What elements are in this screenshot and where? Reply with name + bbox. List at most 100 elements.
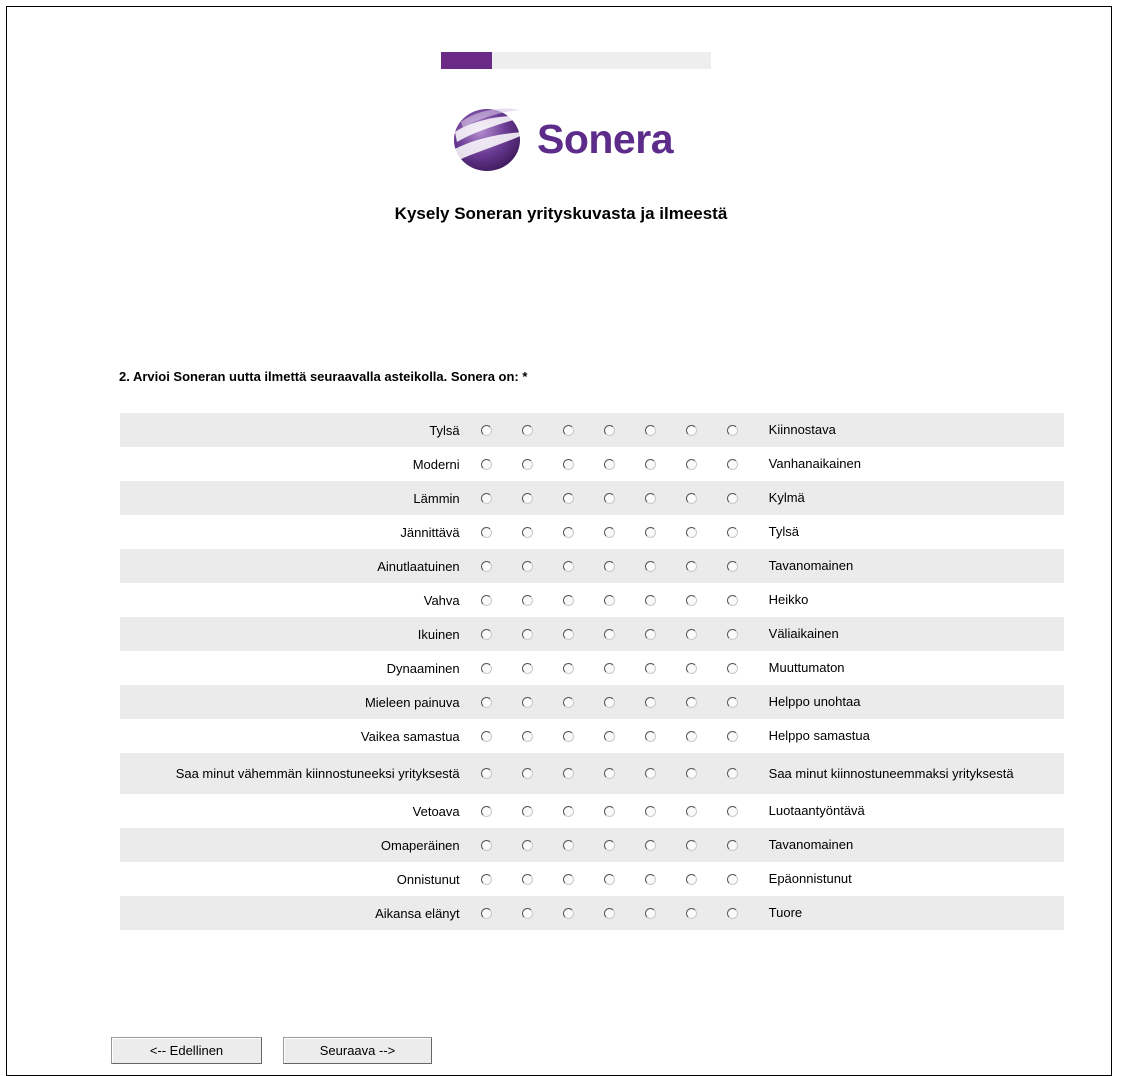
rating-radio-5[interactable] (644, 662, 656, 674)
rating-radio-4[interactable] (603, 768, 615, 779)
previous-button[interactable]: <-- Edellinen (111, 1037, 262, 1064)
rating-radio-3[interactable] (562, 628, 574, 640)
rating-radio-2[interactable] (521, 526, 533, 538)
rating-radio-6[interactable] (685, 526, 697, 538)
rating-radio-6[interactable] (685, 662, 697, 674)
rating-radio-2[interactable] (521, 768, 533, 779)
rating-radio-4[interactable] (603, 730, 615, 742)
rating-radio-3[interactable] (562, 839, 574, 851)
rating-radio-1[interactable] (480, 662, 492, 674)
rating-radio-1[interactable] (480, 492, 492, 504)
rating-radio-7[interactable] (726, 730, 738, 742)
rating-radio-6[interactable] (685, 907, 697, 919)
rating-radio-6[interactable] (685, 492, 697, 504)
rating-radio-4[interactable] (603, 560, 615, 572)
rating-radio-4[interactable] (603, 526, 615, 538)
rating-radio-1[interactable] (480, 873, 492, 885)
rating-radio-5[interactable] (644, 696, 656, 708)
rating-radio-4[interactable] (603, 873, 615, 885)
rating-radio-4[interactable] (603, 492, 615, 504)
rating-radio-2[interactable] (521, 839, 533, 851)
rating-radio-1[interactable] (480, 526, 492, 538)
rating-radio-4[interactable] (603, 424, 615, 436)
rating-radio-4[interactable] (603, 594, 615, 606)
rating-radio-5[interactable] (644, 458, 656, 470)
rating-radio-3[interactable] (562, 907, 574, 919)
rating-radio-3[interactable] (562, 696, 574, 708)
rating-radio-5[interactable] (644, 907, 656, 919)
rating-radio-7[interactable] (726, 560, 738, 572)
rating-radio-6[interactable] (685, 560, 697, 572)
rating-radio-1[interactable] (480, 839, 492, 851)
rating-radio-1[interactable] (480, 458, 492, 470)
rating-radio-5[interactable] (644, 873, 656, 885)
rating-radio-3[interactable] (562, 594, 574, 606)
rating-radio-1[interactable] (480, 805, 492, 817)
rating-radio-7[interactable] (726, 424, 738, 436)
rating-radio-1[interactable] (480, 424, 492, 436)
rating-radio-5[interactable] (644, 839, 656, 851)
rating-radio-1[interactable] (480, 696, 492, 708)
rating-radio-1[interactable] (480, 560, 492, 572)
rating-radio-7[interactable] (726, 458, 738, 470)
rating-radio-4[interactable] (603, 805, 615, 817)
rating-radio-5[interactable] (644, 730, 656, 742)
rating-radio-2[interactable] (521, 492, 533, 504)
rating-radio-7[interactable] (726, 662, 738, 674)
rating-radio-7[interactable] (726, 873, 738, 885)
rating-radio-4[interactable] (603, 696, 615, 708)
rating-radio-4[interactable] (603, 628, 615, 640)
rating-radio-6[interactable] (685, 805, 697, 817)
rating-radio-7[interactable] (726, 696, 738, 708)
rating-radio-6[interactable] (685, 458, 697, 470)
rating-radio-3[interactable] (562, 662, 574, 674)
rating-radio-4[interactable] (603, 907, 615, 919)
rating-radio-7[interactable] (726, 768, 738, 779)
rating-radio-3[interactable] (562, 768, 574, 779)
rating-radio-3[interactable] (562, 560, 574, 572)
next-button[interactable]: Seuraava --> (283, 1037, 432, 1064)
rating-radio-2[interactable] (521, 662, 533, 674)
rating-radio-7[interactable] (726, 907, 738, 919)
rating-radio-5[interactable] (644, 805, 656, 817)
rating-radio-5[interactable] (644, 492, 656, 504)
rating-radio-4[interactable] (603, 458, 615, 470)
rating-radio-7[interactable] (726, 805, 738, 817)
rating-radio-6[interactable] (685, 730, 697, 742)
rating-radio-2[interactable] (521, 730, 533, 742)
rating-radio-2[interactable] (521, 594, 533, 606)
rating-radio-1[interactable] (480, 768, 492, 779)
rating-radio-3[interactable] (562, 526, 574, 538)
rating-radio-2[interactable] (521, 458, 533, 470)
rating-radio-2[interactable] (521, 424, 533, 436)
rating-radio-2[interactable] (521, 873, 533, 885)
rating-radio-6[interactable] (685, 628, 697, 640)
rating-radio-2[interactable] (521, 696, 533, 708)
rating-radio-2[interactable] (521, 560, 533, 572)
rating-radio-3[interactable] (562, 424, 574, 436)
rating-radio-7[interactable] (726, 839, 738, 851)
rating-radio-1[interactable] (480, 628, 492, 640)
rating-radio-4[interactable] (603, 662, 615, 674)
rating-radio-5[interactable] (644, 628, 656, 640)
rating-radio-2[interactable] (521, 805, 533, 817)
rating-radio-3[interactable] (562, 492, 574, 504)
rating-radio-7[interactable] (726, 594, 738, 606)
rating-radio-3[interactable] (562, 873, 574, 885)
rating-radio-4[interactable] (603, 839, 615, 851)
rating-radio-6[interactable] (685, 873, 697, 885)
rating-radio-1[interactable] (480, 594, 492, 606)
rating-radio-6[interactable] (685, 424, 697, 436)
rating-radio-7[interactable] (726, 526, 738, 538)
rating-radio-6[interactable] (685, 594, 697, 606)
rating-radio-1[interactable] (480, 907, 492, 919)
rating-radio-7[interactable] (726, 628, 738, 640)
rating-radio-7[interactable] (726, 492, 738, 504)
rating-radio-5[interactable] (644, 526, 656, 538)
rating-radio-3[interactable] (562, 458, 574, 470)
rating-radio-6[interactable] (685, 768, 697, 779)
rating-radio-3[interactable] (562, 805, 574, 817)
rating-radio-5[interactable] (644, 594, 656, 606)
rating-radio-2[interactable] (521, 907, 533, 919)
rating-radio-1[interactable] (480, 730, 492, 742)
